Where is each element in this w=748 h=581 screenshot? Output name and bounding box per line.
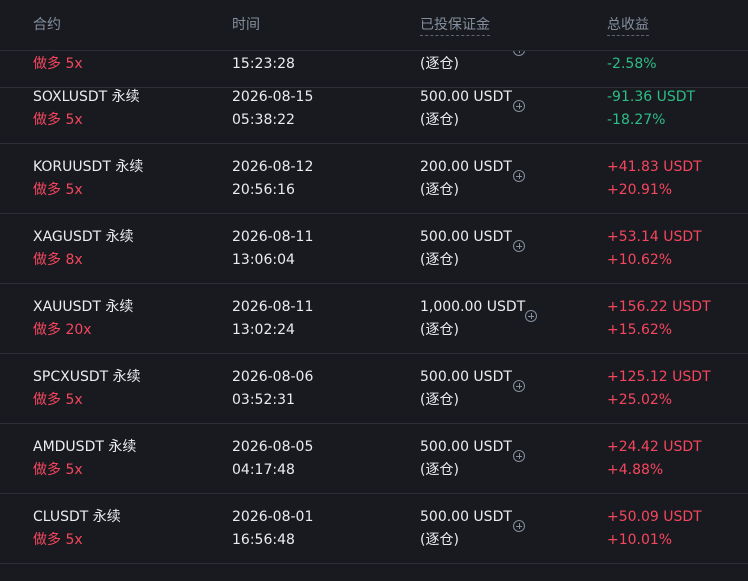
table-row[interactable]: XAUUSDT 永续 做多 20x 2026-08-11 13:02:24 1,000.… xyxy=(0,283,748,354)
position-side: 做多 5x xyxy=(33,56,83,72)
open-time: 05:38:22 xyxy=(232,112,295,128)
contract-symbol[interactable]: XAGUSDT 永续 xyxy=(33,228,134,246)
margin-amount: 500.00 USDT xyxy=(420,509,512,525)
open-date: 2026-08-05 xyxy=(232,439,314,455)
position-side: 做多 8x xyxy=(33,252,83,268)
margin-mode: (逐仓) xyxy=(420,56,459,72)
position-side: 做多 5x xyxy=(33,462,83,478)
open-date: 2026-08-11 xyxy=(232,299,314,315)
open-time: 04:17:48 xyxy=(232,462,295,478)
margin-mode: (逐仓) xyxy=(420,252,459,268)
open-time: 16:56:48 xyxy=(232,532,295,548)
contract-symbol[interactable]: SOXLUSDT 永续 xyxy=(33,88,140,106)
open-time: 03:52:31 xyxy=(232,392,295,408)
contract-symbol[interactable]: KORUUSDT 永续 xyxy=(33,158,143,176)
contract-symbol[interactable]: XAUUSDT 永续 xyxy=(33,298,133,316)
plus-circle-icon[interactable] xyxy=(525,310,537,322)
table-header: 合约 时间 已投保证金 总收益 xyxy=(0,0,748,51)
pnl-amount: +156.22 USDT xyxy=(607,299,711,315)
position-side: 做多 20x xyxy=(33,322,92,338)
margin-amount: 500.00 USDT xyxy=(420,89,512,105)
pnl-percent: -18.27% xyxy=(607,112,666,128)
plus-circle-icon[interactable] xyxy=(513,240,525,252)
pnl-amount: +125.12 USDT xyxy=(607,369,711,385)
margin-mode: (逐仓) xyxy=(420,112,459,128)
pnl-amount: +50.09 USDT xyxy=(607,509,702,525)
table-row[interactable]: SPCXUSDT 永续 做多 5x 2026-08-06 03:52:31 500.00… xyxy=(0,353,748,424)
margin-mode: (逐仓) xyxy=(420,182,459,198)
plus-circle-icon[interactable] xyxy=(513,100,525,112)
table-row[interactable]: KORUUSDT 永续 做多 5x 2026-08-12 20:56:16 200.00… xyxy=(0,143,748,214)
margin-amount: 500.00 USDT xyxy=(420,229,512,245)
open-time: 20:56:16 xyxy=(232,182,295,198)
pnl-percent: +20.91% xyxy=(607,182,673,198)
pnl-amount: +53.14 USDT xyxy=(607,229,702,245)
position-side: 做多 5x xyxy=(33,112,83,128)
margin-amount: 200.00 USDT xyxy=(420,159,512,175)
open-date: 2026-08-15 xyxy=(232,89,314,105)
contract-symbol[interactable]: SPCXUSDT 永续 xyxy=(33,368,141,386)
open-time: 13:02:24 xyxy=(232,322,295,338)
table-row[interactable]: AMDUSDT 永续 做多 5x 2026-08-05 04:17:48 500.00 … xyxy=(0,423,748,494)
plus-circle-icon[interactable] xyxy=(513,520,525,532)
plus-circle-icon[interactable] xyxy=(513,380,525,392)
margin-amount: 500.00 USDT xyxy=(420,439,512,455)
open-time: 13:06:04 xyxy=(232,252,295,268)
open-date: 2026-08-01 xyxy=(232,509,314,525)
margin-amount: 1,000.00 USDT xyxy=(420,299,526,315)
margin-mode: (逐仓) xyxy=(420,532,459,548)
pnl-amount: +41.83 USDT xyxy=(607,159,702,175)
position-side: 做多 5x xyxy=(33,532,83,548)
header-pnl[interactable]: 总收益 xyxy=(607,16,649,36)
table-row[interactable]: SOXLUSDT 永续 做多 5x 2026-08-15 05:38:22 500.00… xyxy=(0,73,748,144)
pnl-percent: +25.02% xyxy=(607,392,673,408)
pnl-percent: +10.62% xyxy=(607,252,673,268)
plus-circle-icon[interactable] xyxy=(513,170,525,182)
pnl-amount: +24.42 USDT xyxy=(607,439,702,455)
header-margin[interactable]: 已投保证金 xyxy=(420,16,490,36)
pnl-percent: +4.88% xyxy=(607,462,664,478)
header-contract: 合约 xyxy=(33,17,61,33)
margin-amount: 500.00 USDT xyxy=(420,369,512,385)
pnl-amount: -91.36 USDT xyxy=(607,89,696,105)
pnl-percent: +10.01% xyxy=(607,532,673,548)
contract-symbol[interactable]: AMDUSDT 永续 xyxy=(33,438,136,456)
margin-mode: (逐仓) xyxy=(420,392,459,408)
open-time: 15:23:28 xyxy=(232,56,295,72)
table-row[interactable]: XAGUSDT 永续 做多 8x 2026-08-11 13:06:04 500.00 … xyxy=(0,213,748,284)
table-row[interactable]: CLUSDT 永续 做多 5x 2026-08-01 16:56:48 500.00 U… xyxy=(0,493,748,564)
open-date: 2026-08-06 xyxy=(232,369,314,385)
plus-circle-icon[interactable] xyxy=(513,450,525,462)
margin-mode: (逐仓) xyxy=(420,322,459,338)
open-date: 2026-08-11 xyxy=(232,229,314,245)
position-side: 做多 5x xyxy=(33,182,83,198)
header-time: 时间 xyxy=(232,17,260,33)
margin-mode: (逐仓) xyxy=(420,462,459,478)
contract-symbol[interactable]: CLUSDT 永续 xyxy=(33,508,121,526)
pnl-percent: +15.62% xyxy=(607,322,673,338)
pnl-percent: -2.58% xyxy=(607,56,657,72)
position-side: 做多 5x xyxy=(33,392,83,408)
open-date: 2026-08-12 xyxy=(232,159,314,175)
